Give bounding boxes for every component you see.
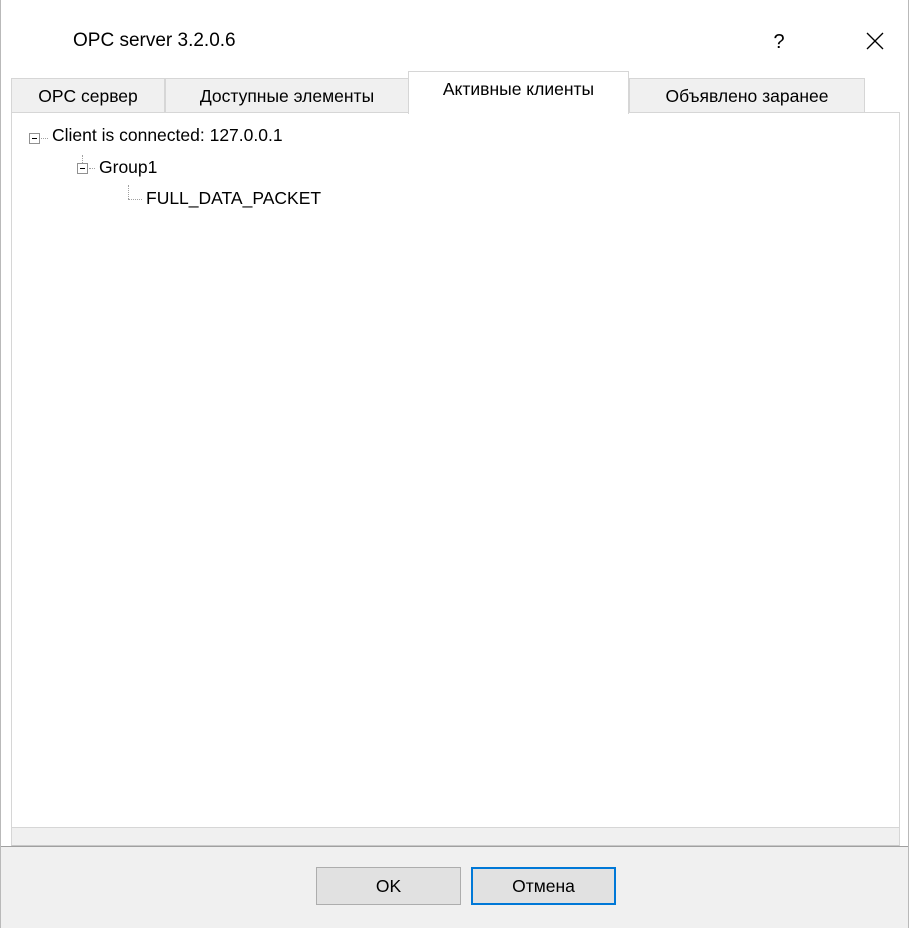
tree-node-item[interactable]: FULL_DATA_PACKET	[146, 186, 321, 210]
client-tree[interactable]: Client is connected: 127.0.0.1 Group1 FU…	[12, 113, 899, 827]
title-bar[interactable]: OPC server 3.2.0.6 ?	[1, 0, 908, 70]
dialog-window: OPC server 3.2.0.6 ? OPC сервер Доступны…	[0, 0, 909, 928]
tree-connector	[41, 138, 48, 139]
cancel-button[interactable]: Отмена	[471, 867, 616, 905]
tree-node-client[interactable]: Client is connected: 127.0.0.1	[52, 123, 283, 147]
tree-connector	[89, 168, 95, 169]
tree-node-group[interactable]: Group1	[99, 155, 157, 179]
tab-strip: OPC сервер Доступные элементы Активные к…	[11, 70, 900, 114]
tab-available-items[interactable]: Доступные элементы	[165, 78, 409, 113]
tab-content-panel: Client is connected: 127.0.0.1 Group1 FU…	[11, 112, 900, 828]
tab-opc-server[interactable]: OPC сервер	[11, 78, 165, 113]
client-collapse-icon[interactable]	[29, 133, 40, 144]
help-button[interactable]: ?	[759, 22, 799, 62]
window-title: OPC server 3.2.0.6	[73, 30, 236, 51]
tab-declared-in-advance[interactable]: Объявлено заранее	[629, 78, 865, 113]
dialog-footer: OK Отмена	[1, 846, 908, 928]
tree-connector	[128, 185, 129, 199]
tree-connector	[128, 199, 142, 200]
ok-button[interactable]: OK	[316, 867, 461, 905]
close-icon	[866, 32, 884, 50]
tab-active-clients[interactable]: Активные клиенты	[408, 71, 629, 114]
tree-connector	[82, 155, 83, 163]
close-button[interactable]	[853, 22, 897, 62]
tab-strip-filler	[864, 76, 900, 113]
group-collapse-icon[interactable]	[77, 163, 88, 174]
panel-bottom-strip	[11, 828, 900, 846]
